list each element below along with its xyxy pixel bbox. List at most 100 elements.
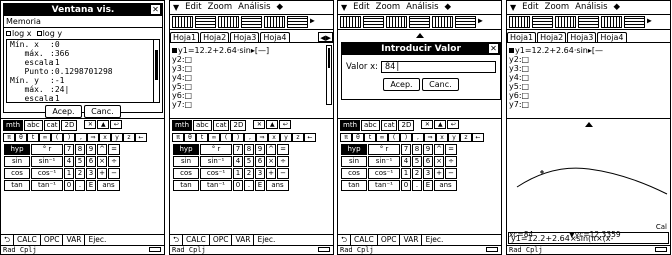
- key-div[interactable]: ÷: [277, 156, 289, 167]
- close-kbd-icon[interactable]: ✕: [84, 120, 97, 129]
- key-8[interactable]: 8: [412, 144, 422, 155]
- calc-button[interactable]: CALC: [14, 235, 41, 245]
- function-row[interactable]: y2:□: [509, 55, 662, 64]
- key-backspace[interactable]: ←: [472, 133, 484, 142]
- key-theta[interactable]: θ: [352, 133, 364, 142]
- key-pow[interactable]: ^: [97, 144, 107, 155]
- toolbar-list-icon[interactable]: [555, 16, 576, 28]
- kbd-tab-cat[interactable]: cat: [380, 120, 398, 131]
- toolbar-zoom-icon[interactable]: [601, 16, 622, 28]
- key-div[interactable]: ÷: [108, 156, 120, 167]
- kbd-tab-abc[interactable]: abc: [24, 120, 43, 131]
- toolbar-list-icon[interactable]: [218, 16, 239, 28]
- tab-hoja2[interactable]: Hoja2: [200, 32, 230, 42]
- menu-chevron-icon[interactable]: ▼: [173, 1, 179, 14]
- back-arrow-icon[interactable]: ⮌: [338, 235, 352, 245]
- back-icon[interactable]: ↩: [279, 120, 292, 129]
- y1-checkbox[interactable]: [172, 48, 177, 53]
- key-ans[interactable]: ans: [266, 180, 289, 191]
- key-6[interactable]: 6: [255, 156, 265, 167]
- key-z[interactable]: z: [123, 133, 135, 142]
- menu-chevron-icon[interactable]: ▼: [341, 1, 347, 14]
- toolbar-zoom-icon[interactable]: [264, 16, 285, 28]
- key-atan[interactable]: tan⁻¹: [31, 180, 63, 191]
- key-ans[interactable]: ans: [97, 180, 120, 191]
- key-acos[interactable]: cos⁻¹: [31, 168, 63, 179]
- menu-edit[interactable]: Edit: [353, 1, 369, 14]
- kbd-tab-2d[interactable]: 2D: [61, 120, 78, 131]
- menu-analysis[interactable]: Análisis: [238, 1, 270, 14]
- key-mul[interactable]: ×: [434, 156, 444, 167]
- key-minus[interactable]: −: [445, 168, 457, 179]
- toolbar-graph-icon[interactable]: [241, 16, 262, 28]
- key-plus[interactable]: +: [434, 168, 444, 179]
- cancel-button[interactable]: Canc.: [422, 78, 459, 91]
- toolbar-table-icon[interactable]: [509, 16, 530, 28]
- key-x[interactable]: x: [436, 133, 448, 142]
- key-exp[interactable]: E: [86, 180, 96, 191]
- hyp-key[interactable]: hyp: [4, 144, 30, 155]
- key-rparen[interactable]: ): [400, 133, 412, 142]
- calc-button[interactable]: CALC: [183, 235, 210, 245]
- back-icon[interactable]: ↩: [110, 120, 123, 129]
- key-1[interactable]: 1: [64, 168, 74, 179]
- key-sin[interactable]: sin: [4, 156, 30, 167]
- toolbar-grid-icon[interactable]: [363, 16, 384, 28]
- key-t[interactable]: t: [27, 133, 39, 142]
- back-arrow-icon[interactable]: ⮌: [170, 235, 184, 245]
- kbd-tab-2d[interactable]: 2D: [398, 120, 415, 131]
- key-8[interactable]: 8: [244, 144, 254, 155]
- key-cos[interactable]: cos: [4, 168, 30, 179]
- menu-edit[interactable]: Edit: [185, 1, 201, 14]
- key-minus[interactable]: −: [108, 168, 120, 179]
- key-atan[interactable]: tan⁻¹: [200, 180, 232, 191]
- function-row[interactable]: y7:□: [172, 100, 325, 109]
- key-dot[interactable]: .: [412, 180, 422, 191]
- key-plus[interactable]: +: [266, 168, 276, 179]
- menu-analysis[interactable]: Análisis: [406, 1, 438, 14]
- key-4[interactable]: 4: [233, 156, 243, 167]
- key-3[interactable]: 3: [86, 168, 96, 179]
- kbd-tab-mth[interactable]: mth: [172, 120, 192, 131]
- key-backspace[interactable]: ←: [304, 133, 316, 142]
- key-z[interactable]: z: [292, 133, 304, 142]
- key-cos[interactable]: cos: [341, 168, 367, 179]
- key-dot[interactable]: .: [75, 180, 85, 191]
- key-eq[interactable]: =: [108, 144, 120, 155]
- function-row[interactable]: y4:□: [509, 73, 662, 82]
- tab-hoja1[interactable]: Hoja1: [170, 32, 200, 42]
- back-arrow-icon[interactable]: ⮌: [1, 235, 15, 245]
- key-6[interactable]: 6: [423, 156, 433, 167]
- key-eq[interactable]: =: [445, 144, 457, 155]
- field-row[interactable]: Punto:0.1298701298: [10, 67, 159, 76]
- close-icon[interactable]: ✕: [489, 44, 498, 53]
- menu-more-icon[interactable]: ◆: [614, 1, 621, 14]
- key-arrow[interactable]: ⇒: [256, 133, 268, 142]
- key-0[interactable]: 0: [233, 180, 243, 191]
- function-row[interactable]: y5:□: [509, 82, 662, 91]
- key-7[interactable]: 7: [233, 144, 243, 155]
- deg-rad-key[interactable]: ° r: [368, 144, 400, 155]
- toolbar-zoom-icon[interactable]: [432, 16, 453, 28]
- key-comma[interactable]: ,: [244, 133, 256, 142]
- function-row[interactable]: y3:□: [509, 64, 662, 73]
- var-button[interactable]: VAR: [232, 235, 255, 245]
- tab-hoja2[interactable]: Hoja2: [537, 32, 567, 42]
- function-row-y1[interactable]: y1=12.2+2.64·sin▸[—]: [172, 46, 325, 55]
- key-5[interactable]: 5: [244, 156, 254, 167]
- key-5[interactable]: 5: [75, 156, 85, 167]
- key-tan[interactable]: tan: [4, 180, 30, 191]
- toolbar-grid-icon[interactable]: [532, 16, 553, 28]
- key-1[interactable]: 1: [401, 168, 411, 179]
- kbd-tab-2d[interactable]: 2D: [230, 120, 247, 131]
- kbd-tab-abc[interactable]: abc: [361, 120, 380, 131]
- calc-button[interactable]: CALC: [351, 235, 378, 245]
- key-backspace[interactable]: ←: [135, 133, 147, 142]
- toolbar-grid-icon[interactable]: [195, 16, 216, 28]
- hyp-key[interactable]: hyp: [173, 144, 199, 155]
- toolbar-list-icon[interactable]: [386, 16, 407, 28]
- deg-rad-key[interactable]: ° r: [200, 144, 232, 155]
- key-6[interactable]: 6: [86, 156, 96, 167]
- key-x[interactable]: x: [268, 133, 280, 142]
- key-4[interactable]: 4: [401, 156, 411, 167]
